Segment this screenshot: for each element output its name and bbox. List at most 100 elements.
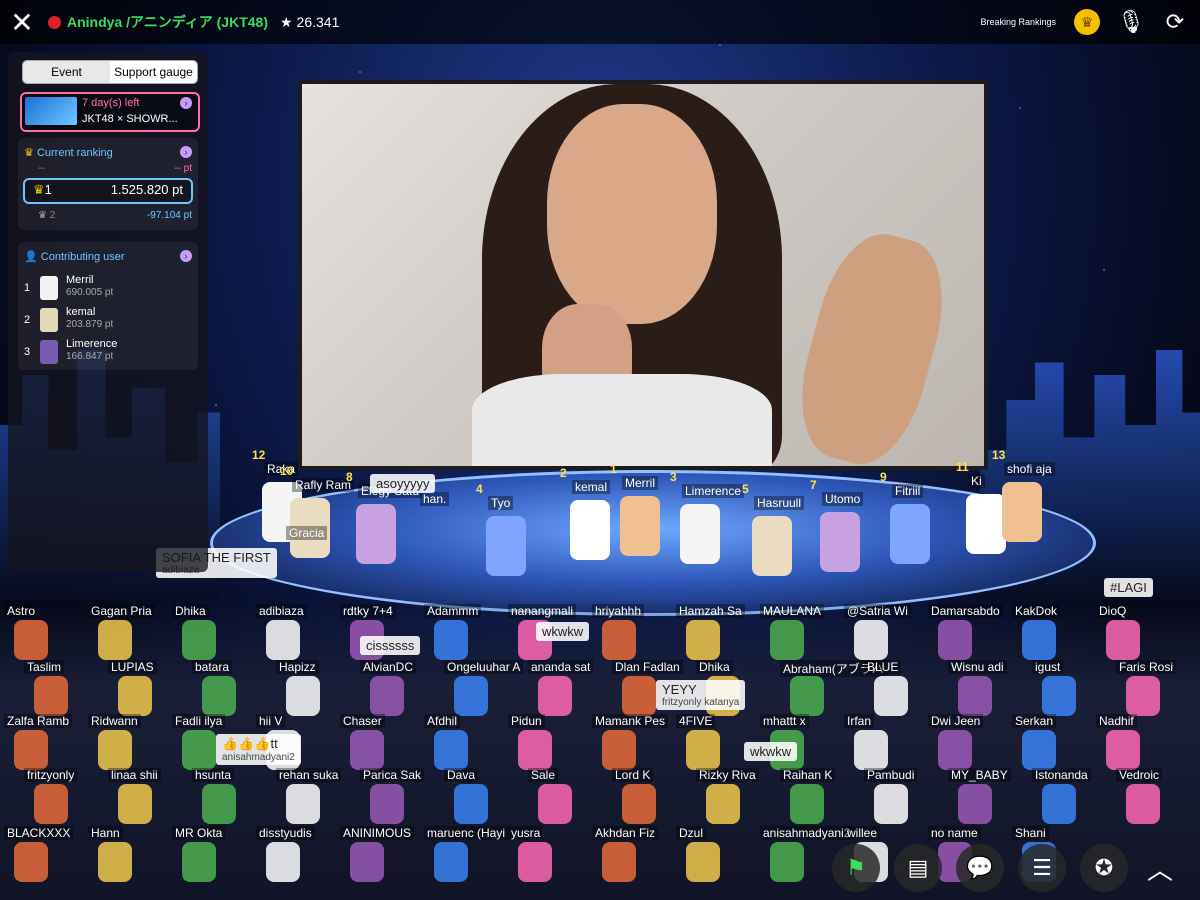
crowd-name-tag[interactable]: MY_BABY xyxy=(948,768,1011,782)
avatar[interactable] xyxy=(602,620,636,660)
crowd-name-tag[interactable]: Istonanda xyxy=(1032,768,1091,782)
flag-icon[interactable]: ⚑ xyxy=(832,844,880,892)
crowd-name-tag[interactable]: mhattt x xyxy=(760,714,809,728)
avatar[interactable] xyxy=(286,676,320,716)
crowd-name-tag[interactable]: maruenc (Hayi xyxy=(424,826,509,840)
avatar[interactable] xyxy=(266,842,300,882)
avatar[interactable] xyxy=(350,842,384,882)
crowd-name-tag[interactable]: Afdhil xyxy=(424,714,461,728)
avatar[interactable] xyxy=(98,842,132,882)
crowd-name-tag[interactable]: Mamank Pes xyxy=(592,714,669,728)
crowd-name-tag[interactable]: Dlan Fadlan xyxy=(612,660,683,674)
crowd-name-tag[interactable]: Dhika xyxy=(696,660,733,674)
crowd-name-tag[interactable]: Hamzah Sa xyxy=(676,604,745,618)
streamer-name[interactable]: Anindya /アニンディア (JKT48) xyxy=(67,12,268,32)
crowd-name-tag[interactable]: Rizky Riva xyxy=(696,768,759,782)
crowd-name-tag[interactable]: Pambudi xyxy=(864,768,918,782)
crowd-name-tag[interactable]: Gagan Pria xyxy=(88,604,155,618)
crowd-name-tag[interactable]: Pidun xyxy=(508,714,545,728)
crowd-name-tag[interactable]: disstyudis xyxy=(256,826,315,840)
crowd-name-tag[interactable]: batara xyxy=(192,660,233,674)
crowd-name-tag[interactable]: Ridwann xyxy=(88,714,141,728)
avatar-name-tag[interactable]: kemal xyxy=(572,480,611,494)
avatar[interactable] xyxy=(34,784,68,824)
avatar[interactable] xyxy=(680,504,720,564)
crowd-name-tag[interactable]: LUPIAS xyxy=(108,660,157,674)
avatar[interactable] xyxy=(356,504,396,564)
avatar[interactable] xyxy=(602,730,636,770)
crowd-name-tag[interactable]: Nadhif xyxy=(1096,714,1137,728)
avatar[interactable] xyxy=(14,620,48,660)
event-card[interactable]: 7 day(s) left JKT48 × SHOWR... › xyxy=(20,92,200,132)
crowd-name-tag[interactable]: nanangmali xyxy=(508,604,577,618)
tab-event[interactable]: Event xyxy=(23,61,110,83)
avatar[interactable] xyxy=(1042,784,1076,824)
avatar[interactable] xyxy=(182,730,216,770)
crowd-name-tag[interactable]: Faris Rosi xyxy=(1116,660,1177,674)
avatar-name-tag[interactable]: Rafly Ram xyxy=(292,478,355,492)
crowd-name-tag[interactable]: AlvianDC xyxy=(360,660,417,674)
crowd-name-tag[interactable]: DioQ xyxy=(1096,604,1130,618)
chevron-right-icon[interactable]: › xyxy=(180,97,192,109)
crowd-name-tag[interactable]: Vedroic xyxy=(1116,768,1163,782)
avatar[interactable] xyxy=(182,620,216,660)
crowd-name-tag[interactable]: rdtky 7+4 xyxy=(340,604,396,618)
comment-icon[interactable]: 💬 xyxy=(956,844,1004,892)
avatar[interactable] xyxy=(98,730,132,770)
crowd-name-tag[interactable]: linaa shii xyxy=(108,768,161,782)
chevron-right-icon[interactable]: › xyxy=(180,250,192,262)
avatar[interactable] xyxy=(518,842,552,882)
avatar-name-tag[interactable]: Fitriil xyxy=(892,484,924,498)
avatar[interactable] xyxy=(454,676,488,716)
avatar-name-tag[interactable]: Hasruull xyxy=(754,496,805,510)
avatar-name-tag[interactable]: Limerence xyxy=(682,484,745,498)
award-icon[interactable]: ✪ xyxy=(1080,844,1128,892)
crowd-name-tag[interactable]: Lord K xyxy=(612,768,654,782)
avatar[interactable] xyxy=(790,784,824,824)
chevron-up-icon[interactable]: ︿ xyxy=(1142,850,1178,886)
crowd-name-tag[interactable]: BLUE xyxy=(864,660,902,674)
avatar-name-tag[interactable]: shofi aja xyxy=(1004,462,1055,476)
avatar[interactable] xyxy=(434,842,468,882)
avatar[interactable] xyxy=(118,784,152,824)
avatar[interactable] xyxy=(182,842,216,882)
crowd-name-tag[interactable]: Hapizz xyxy=(276,660,319,674)
crowd-name-tag[interactable]: Wisnu adi xyxy=(948,660,1007,674)
avatar[interactable] xyxy=(570,500,610,560)
avatar[interactable] xyxy=(486,516,526,576)
avatar[interactable] xyxy=(752,516,792,576)
avatar[interactable] xyxy=(14,842,48,882)
avatar[interactable] xyxy=(286,784,320,824)
crowd-name-tag[interactable]: willee xyxy=(844,826,881,840)
crowd-name-tag[interactable]: ANINIMOUS xyxy=(340,826,415,840)
crowd-name-tag[interactable]: Dwi Jeen xyxy=(928,714,984,728)
avatar[interactable] xyxy=(770,842,804,882)
live-video[interactable] xyxy=(298,80,988,470)
crowd-name-tag[interactable]: Dava xyxy=(444,768,479,782)
avatar[interactable] xyxy=(518,730,552,770)
avatar[interactable] xyxy=(890,504,930,564)
avatar[interactable] xyxy=(350,730,384,770)
avatar[interactable] xyxy=(790,676,824,716)
crowd-name-tag[interactable]: 4FIVE xyxy=(676,714,716,728)
crowd-name-tag[interactable]: rehan suka xyxy=(276,768,342,782)
crowd-name-tag[interactable]: igust xyxy=(1032,660,1064,674)
crowd-name-tag[interactable]: Dhika xyxy=(172,604,209,618)
avatar[interactable] xyxy=(820,512,860,572)
crowd-name-tag[interactable]: Fadli ilya xyxy=(172,714,226,728)
avatar[interactable] xyxy=(538,784,572,824)
crowd-name-tag[interactable]: MR Okta xyxy=(172,826,226,840)
avatar[interactable] xyxy=(118,676,152,716)
microphone-icon[interactable]: 🎙 xyxy=(1117,9,1145,35)
crowd-name-tag[interactable]: Zalfa Ramb xyxy=(4,714,73,728)
avatar[interactable] xyxy=(706,784,740,824)
crowd-name-tag[interactable]: Chaser xyxy=(340,714,385,728)
crowd-name-tag[interactable]: hsunta xyxy=(192,768,235,782)
avatar-name-tag[interactable]: Ki xyxy=(968,474,985,488)
crowd-name-tag[interactable]: KakDok xyxy=(1012,604,1061,618)
avatar[interactable] xyxy=(938,730,972,770)
avatar[interactable] xyxy=(34,676,68,716)
avatar[interactable] xyxy=(874,676,908,716)
crowd-name-tag[interactable]: @Satria Wi xyxy=(844,604,911,618)
crowd-name-tag[interactable]: no name xyxy=(928,826,981,840)
